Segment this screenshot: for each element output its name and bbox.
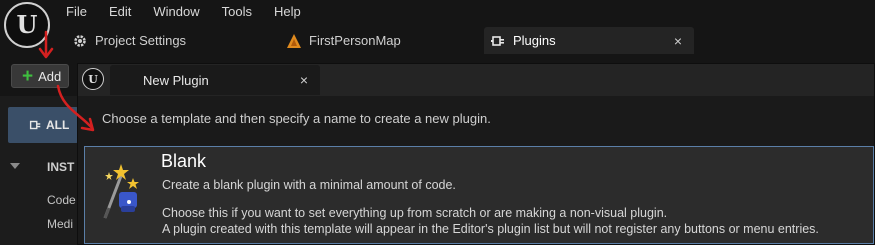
map-icon <box>286 33 302 49</box>
menu-window[interactable]: Window <box>153 2 199 22</box>
close-icon[interactable]: × <box>674 33 682 49</box>
menu-edit[interactable]: Edit <box>109 2 131 22</box>
menu-bar: File Edit Window Tools Help <box>66 2 323 22</box>
dialog-instructions: Choose a template and then specify a nam… <box>102 111 491 126</box>
category-title: INST <box>47 160 75 174</box>
close-icon[interactable]: × <box>300 72 308 88</box>
tab-new-plugin[interactable]: New Plugin × <box>110 65 320 95</box>
template-blank-card[interactable]: Blank Create a blank plugin with a minim… <box>84 146 874 244</box>
chevron-down-icon[interactable] <box>10 163 20 169</box>
add-button-label: Add <box>38 68 62 84</box>
all-plugins-button[interactable]: ALL <box>8 107 78 143</box>
tab-label: Plugins <box>513 33 556 48</box>
menu-file[interactable]: File <box>66 2 87 22</box>
plus-icon: + <box>22 65 34 87</box>
tab-plugins[interactable]: Plugins × <box>484 27 694 54</box>
template-detail: Choose this if you want to set everythin… <box>162 206 668 220</box>
plugin-icon <box>490 33 506 49</box>
plugin-category-panel: ALL INST Code Medi <box>0 96 78 245</box>
magic-wand-icon <box>99 162 155 224</box>
new-plugin-dialog: U New Plugin × Choose a template and the… <box>77 63 875 245</box>
plugin-icon <box>28 118 42 132</box>
dialog-body: Choose a template and then specify a nam… <box>78 96 874 244</box>
menu-tools[interactable]: Tools <box>222 2 252 22</box>
tab-project-settings[interactable]: Project Settings <box>66 27 266 54</box>
tab-label: FirstPersonMap <box>309 33 401 48</box>
template-detail: A plugin created with this template will… <box>162 222 819 236</box>
category-item-media[interactable]: Medi <box>47 217 73 231</box>
unreal-logo-icon: U <box>82 68 104 90</box>
template-name: Blank <box>161 151 207 171</box>
gear-icon <box>72 33 88 49</box>
tab-first-person-map[interactable]: FirstPersonMap <box>280 27 480 54</box>
template-description: Create a blank plugin with a minimal amo… <box>162 178 456 192</box>
category-item-code[interactable]: Code <box>47 193 76 207</box>
all-plugins-label: ALL <box>46 118 70 132</box>
add-button[interactable]: + Add <box>11 64 69 88</box>
dialog-title: New Plugin <box>143 72 209 88</box>
tab-label: Project Settings <box>95 33 187 48</box>
annotation-arrowhead <box>38 47 54 59</box>
menu-help[interactable]: Help <box>274 2 301 22</box>
unreal-logo-icon[interactable]: U <box>4 2 50 48</box>
